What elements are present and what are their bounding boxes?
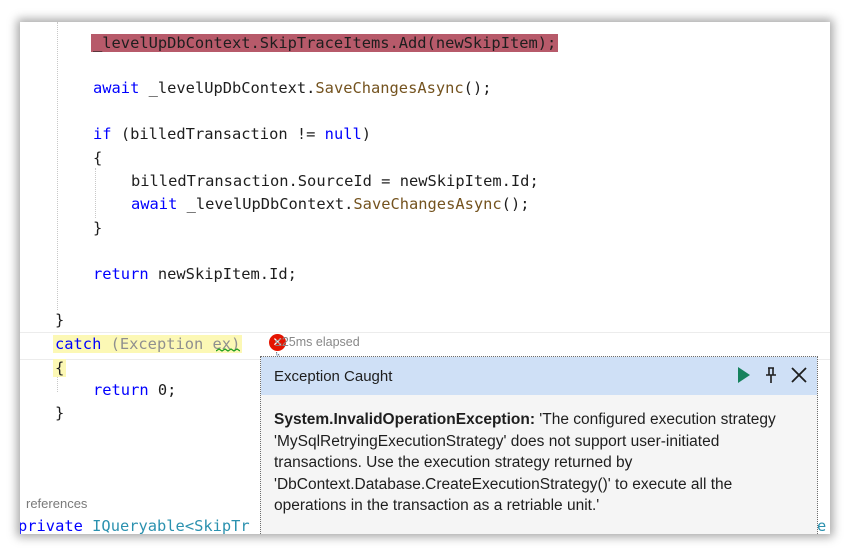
indent-guide xyxy=(95,168,96,218)
code-line[interactable]: catch (Exception ex) xyxy=(53,334,243,354)
keyword: return xyxy=(93,265,149,283)
code-text: newSkipItem.Id; xyxy=(148,265,297,283)
code-text: (billedTransaction != xyxy=(111,125,325,143)
keyword: if xyxy=(93,125,112,143)
keyword: private xyxy=(20,517,83,534)
elapsed-time-label: ≤25ms elapsed xyxy=(275,335,360,349)
code-line[interactable]: } xyxy=(55,403,64,423)
code-line[interactable]: return newSkipItem.Id; xyxy=(93,264,297,284)
code-line[interactable]: { xyxy=(93,148,102,168)
method-name: SaveChangesAsync xyxy=(353,195,502,213)
code-text: _levelUpDbContext. xyxy=(177,195,354,213)
warning-squiggle xyxy=(216,348,240,352)
brace: { xyxy=(53,359,67,377)
current-statement-highlight: _levelUpDbContext.SkipTraceItems.Add(new… xyxy=(91,34,559,52)
code-text: 0; xyxy=(148,381,177,399)
brace: } xyxy=(55,311,65,329)
close-button[interactable] xyxy=(789,365,809,385)
continue-button[interactable] xyxy=(733,365,753,385)
code-text: billedTransaction.SourceId = xyxy=(131,172,400,190)
exception-type: System.InvalidOperationException: xyxy=(274,411,535,428)
code-line[interactable]: if (billedTransaction != null) xyxy=(93,124,371,144)
code-line[interactable]: { xyxy=(53,358,67,378)
code-text: e xyxy=(817,517,827,534)
keyword: return xyxy=(93,381,149,399)
method-name: SaveChangesAsync xyxy=(315,79,464,97)
code-text: (); xyxy=(463,79,492,97)
code-editor[interactable]: _levelUpDbContext.SkipTraceItems.Add(new… xyxy=(20,22,830,534)
code-line[interactable]: private IQueryable<SkipTr xyxy=(20,516,250,534)
code-text: (); xyxy=(501,195,530,213)
brace: { xyxy=(93,149,103,167)
play-icon xyxy=(738,367,750,383)
code-line[interactable]: } xyxy=(93,218,102,238)
code-line[interactable]: await _levelUpDbContext.SaveChangesAsync… xyxy=(131,194,529,214)
code-line[interactable]: _levelUpDbContext.SkipTraceItems.Add(new… xyxy=(91,33,559,53)
popup-header: Exception Caught xyxy=(261,357,817,395)
keyword: null xyxy=(324,125,362,143)
exception-message: System.InvalidOperationException: 'The c… xyxy=(274,409,794,517)
pin-button[interactable] xyxy=(761,365,781,385)
close-icon xyxy=(791,367,807,383)
references-codelens[interactable]: references xyxy=(26,496,87,511)
code-line[interactable]: billedTransaction.SourceId = newSkipItem… xyxy=(131,171,539,191)
brace: } xyxy=(55,404,65,422)
indent-guide xyxy=(57,22,58,310)
popup-title: Exception Caught xyxy=(274,368,393,385)
code-text: newSkipItem.Id; xyxy=(399,172,539,190)
code-text: <SkipTr xyxy=(184,517,250,534)
code-text: ) xyxy=(361,125,372,143)
exception-line-highlight: catch (Exception ex) xyxy=(53,335,243,353)
exception-helper-popup[interactable]: Exception Caught System.InvalidOperation… xyxy=(260,356,818,534)
keyword: await xyxy=(93,79,140,97)
brace: } xyxy=(93,219,103,237)
pin-icon xyxy=(766,367,776,383)
code-line[interactable]: await _levelUpDbContext.SaveChangesAsync… xyxy=(93,78,491,98)
type-name: IQueryable xyxy=(92,517,185,534)
keyword: await xyxy=(131,195,178,213)
code-line[interactable]: } xyxy=(55,310,64,330)
code-text: _levelUpDbContext. xyxy=(139,79,316,97)
keyword: catch xyxy=(55,335,102,353)
code-line[interactable]: return 0; xyxy=(93,380,176,400)
